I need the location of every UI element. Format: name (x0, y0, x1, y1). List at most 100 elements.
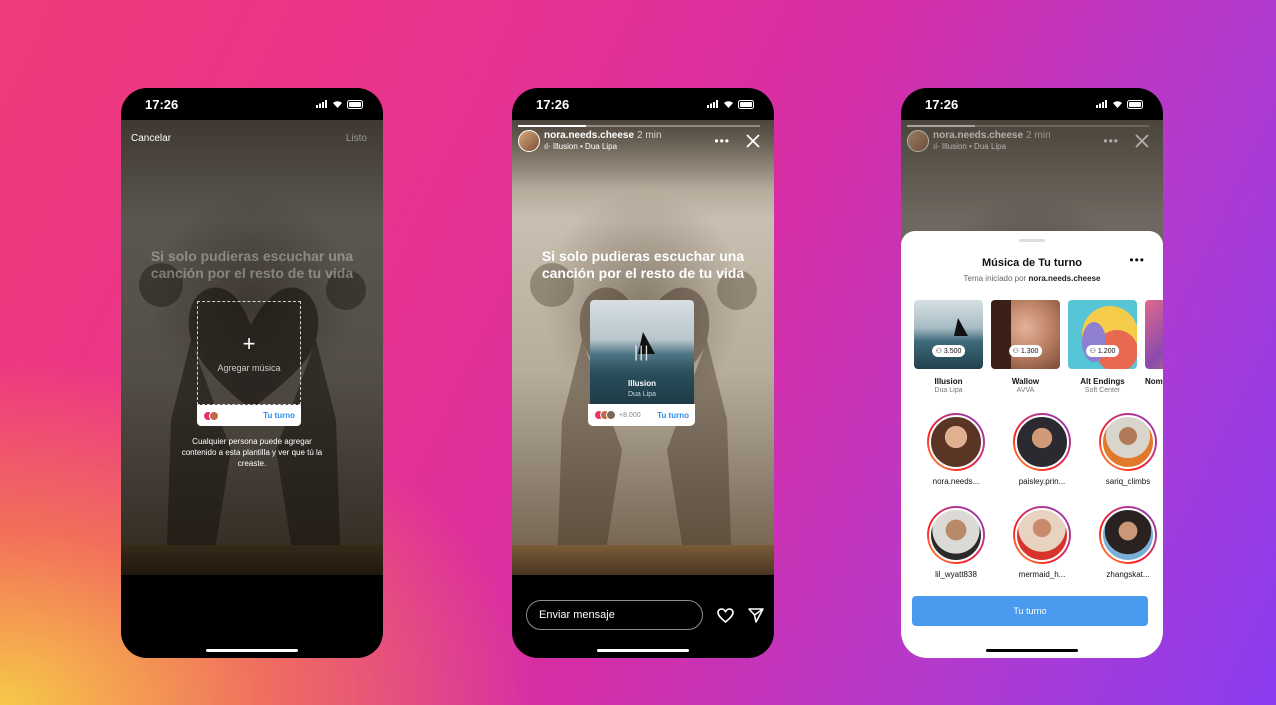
prompt-text: Si solo pudieras escuchar una canción po… (541, 248, 745, 281)
heart-icon[interactable] (717, 607, 734, 623)
track-artist: Dua Lipa (934, 387, 963, 394)
music-title: Illusion (628, 379, 656, 388)
story-progress (907, 125, 1149, 127)
avatar (929, 508, 983, 562)
story-song[interactable]: Illusion • Dua Lipa (942, 142, 1006, 151)
story-header: nora.needs.cheese 2 min ıl· Illusion • Du… (907, 130, 1149, 152)
audio-icon: ıl· (933, 142, 940, 151)
editor-topnav: Cancelar Listo (131, 133, 367, 144)
participant-name: paisley.prin... (1018, 477, 1066, 486)
participant-name: zhangskat... (1106, 570, 1150, 579)
participant-count: ⚇ 1.300 (1008, 345, 1043, 357)
status-bar: 17:26 (901, 88, 1163, 120)
avatar[interactable] (907, 130, 929, 152)
music-artist: Dua Lipa (627, 391, 657, 398)
phone-add-music: 17:26 Cancelar Listo Si solo pudieras es… (121, 88, 383, 658)
track-thumb: ⚇ 1.200 (1068, 300, 1137, 369)
avatar (1015, 508, 1069, 562)
participant[interactable]: zhangskat... (1085, 506, 1163, 579)
participant[interactable]: lil_wyatt838 (913, 506, 999, 579)
avatar (1101, 415, 1155, 469)
track-carousel: ⚇ 3.500 Illusion Dua Lipa ⚇ 1.300 Wallow… (914, 300, 1163, 394)
home-indicator (597, 649, 689, 652)
participant-count: +8.000 (619, 411, 641, 419)
track-thumb: ⚇ 3.500 (914, 300, 983, 369)
more-options-icon[interactable]: ••• (1129, 253, 1145, 267)
track-title: Illusion (934, 377, 963, 386)
track-thumb: ⚇ 1.300 (991, 300, 1060, 369)
your-turn-button[interactable]: Tu turno (912, 596, 1148, 626)
status-bar: 17:26 (121, 88, 383, 120)
story-time: 2 min (1026, 130, 1051, 141)
track-thumb (1145, 300, 1163, 369)
track-card[interactable]: ⚇ 3.500 Illusion Dua Lipa (914, 300, 983, 394)
audio-icon: ıl· (544, 142, 551, 151)
story-username[interactable]: nora.needs.cheese (544, 130, 634, 141)
status-icons (1096, 99, 1145, 109)
sheet-grabber[interactable] (1019, 239, 1045, 242)
story-progress (518, 125, 760, 127)
turn-label: Tu turno (263, 411, 295, 420)
avatar[interactable] (518, 130, 540, 152)
message-input[interactable]: Enviar mensaje (526, 600, 703, 630)
plus-icon: + (242, 331, 256, 356)
avatar (929, 415, 983, 469)
helper-text: Cualquier persona puede agregar contenid… (181, 437, 323, 468)
prompt-text: Si solo pudieras escuchar una canción po… (150, 248, 354, 281)
sheet-subtitle: Tema iniciado por nora.needs.cheese (963, 274, 1101, 283)
track-title: Wallow (1011, 377, 1040, 386)
participant[interactable]: sariq_climbs (1085, 413, 1163, 486)
participant-name: mermaid_h... (1018, 570, 1066, 579)
more-options-icon[interactable]: ••• (714, 134, 730, 148)
started-by-user[interactable]: nora.needs.cheese (1028, 274, 1100, 283)
story-header: nora.needs.cheese 2 min ıl· Illusion • Du… (518, 130, 760, 152)
avatar (606, 410, 616, 420)
story-time: 2 min (637, 130, 662, 141)
track-card[interactable]: ⚇ 1.300 Wallow AVVA (991, 300, 1060, 394)
more-options-icon[interactable]: ••• (1103, 134, 1119, 148)
add-music-box[interactable]: + Agregar música (197, 301, 301, 405)
track-card[interactable]: Nombre (1145, 300, 1163, 394)
status-time: 17:26 (145, 96, 179, 112)
participant-name: nora.needs... (932, 477, 980, 486)
close-icon[interactable] (1135, 134, 1149, 148)
participant-name: sariq_climbs (1105, 477, 1151, 486)
reply-bar: Enviar mensaje (526, 600, 764, 630)
send-icon[interactable] (748, 607, 764, 623)
home-indicator (206, 649, 298, 652)
turn-pill[interactable]: +8.000 Tu turno (588, 404, 695, 426)
music-sticker[interactable]: ||| Illusion Dua Lipa (590, 300, 694, 404)
track-artist: Soft Center (1084, 387, 1121, 394)
track-title: Alt Endings (1080, 377, 1125, 386)
participant-avatars (594, 410, 616, 420)
status-bar: 17:26 (512, 88, 774, 120)
close-icon[interactable] (746, 134, 760, 148)
cancel-button[interactable]: Cancelar (131, 133, 171, 144)
sheet-title: Música de Tu turno (981, 257, 1083, 269)
home-indicator (986, 649, 1078, 652)
participant-avatars (203, 410, 219, 421)
track-card[interactable]: ⚇ 1.200 Alt Endings Soft Center (1068, 300, 1137, 394)
avatar (1015, 415, 1069, 469)
participant-name: lil_wyatt838 (935, 570, 977, 579)
phone-music-sheet: 17:26 nora.needs.cheese 2 min ıl· Illusio… (901, 88, 1163, 658)
music-sheet: Música de Tu turno ••• Tema iniciado por… (901, 231, 1163, 658)
status-time: 17:26 (925, 96, 959, 112)
story-username[interactable]: nora.needs.cheese (933, 130, 1023, 141)
participant[interactable]: nora.needs... (913, 413, 999, 486)
participants-grid: nora.needs... paisley.prin... sariq_clim… (913, 413, 1157, 579)
done-button[interactable]: Listo (346, 133, 367, 144)
participant-count: ⚇ 3.500 (931, 345, 966, 357)
participant-count: ⚇ 1.200 (1085, 345, 1120, 357)
turn-pill[interactable]: Tu turno (197, 405, 301, 426)
participant[interactable]: paisley.prin... (999, 413, 1085, 486)
phone-story-view: 17:26 nora.needs.cheese 2 min ıl· Illusio… (512, 88, 774, 658)
participant[interactable]: mermaid_h... (999, 506, 1085, 579)
story-song[interactable]: Illusion • Dua Lipa (553, 142, 617, 151)
avatar (1101, 508, 1155, 562)
add-music-label: Agregar música (217, 363, 281, 373)
status-time: 17:26 (536, 96, 570, 112)
status-icons (316, 99, 365, 109)
track-artist: AVVA (1016, 387, 1035, 394)
track-title: Nombre (1145, 377, 1163, 386)
